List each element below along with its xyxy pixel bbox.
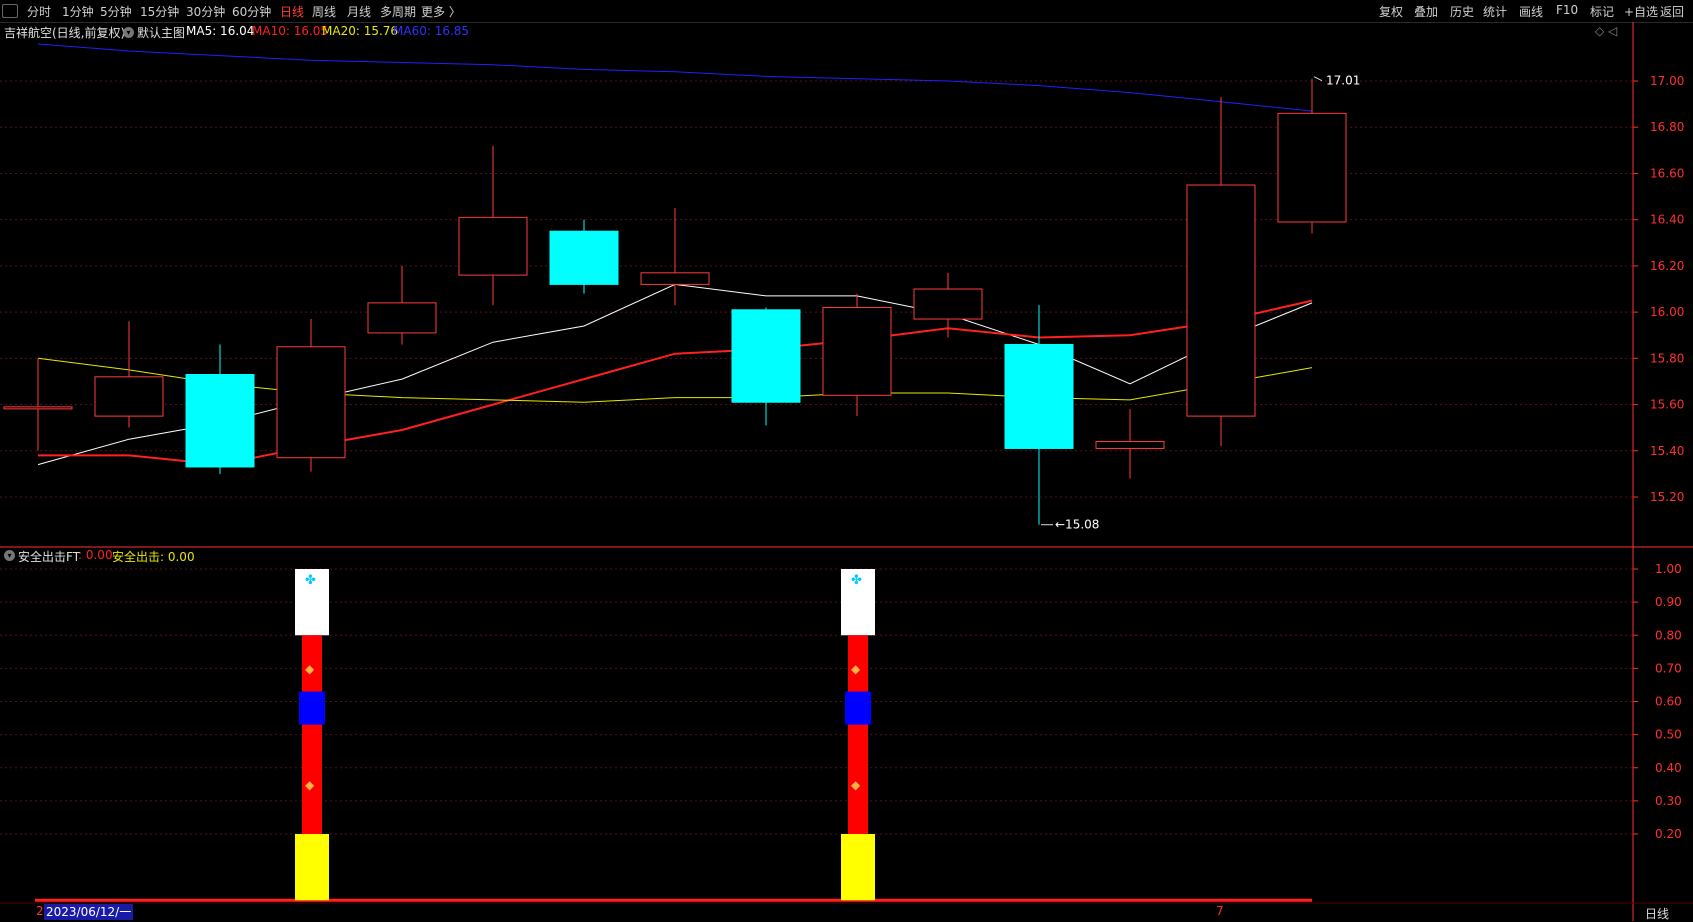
- date-cursor-label: 2023/06/12/一: [44, 904, 134, 920]
- left-edge-mark: 2: [36, 904, 44, 918]
- candle-body: [1186, 184, 1256, 417]
- candle-body: [1277, 112, 1347, 223]
- gem-icon: ◆: [851, 778, 861, 792]
- candle-body: [185, 374, 255, 468]
- candle-body: [1095, 441, 1165, 449]
- candle-body: [367, 302, 437, 334]
- sub-tick-label: 1.00: [1655, 562, 1682, 576]
- main-tick-label: 15.60: [1650, 398, 1684, 412]
- gem-icon: ◆: [305, 778, 315, 792]
- gem-icon: ◆: [305, 662, 315, 676]
- candle-body: [731, 309, 801, 403]
- period-tab-daily[interactable]: 日线: [1645, 905, 1669, 922]
- kline-chart[interactable]: 17.00 16.80 16.60 16.40 16.20 16.00 15.80 15.60…: [0, 0, 1693, 921]
- high-marker: [1313, 76, 1323, 82]
- sub-tick-label: 0.40: [1655, 761, 1682, 775]
- main-tick-label: 16.00: [1650, 305, 1684, 319]
- candle-body: [640, 272, 710, 285]
- sub-tick-label: 0.70: [1655, 661, 1682, 675]
- signal-blue-block: [299, 691, 325, 725]
- main-tick-label: 15.80: [1650, 351, 1684, 365]
- candle-body: [913, 288, 983, 320]
- sub-tick-label: 0.50: [1655, 728, 1682, 742]
- signal-blue-block: [845, 691, 871, 725]
- main-tick-label: 16.80: [1650, 120, 1684, 134]
- candle-body: [458, 216, 528, 276]
- main-tick-label: 16.40: [1650, 213, 1684, 227]
- candle-body: [94, 376, 164, 417]
- main-tick-label: 17.00: [1650, 74, 1684, 88]
- sub-tick-label: 0.20: [1655, 827, 1682, 841]
- main-tick-label: 16.20: [1650, 259, 1684, 273]
- right-edge-mark: 7: [1216, 904, 1224, 918]
- high-annotation: 17.01: [1326, 74, 1360, 88]
- main-tick-label: 15.20: [1650, 490, 1684, 504]
- sub-tick-label: 0.90: [1655, 595, 1682, 609]
- ma-line-ma60: [37, 43, 1313, 112]
- signal-yellow-block: [841, 834, 875, 901]
- sub-tick-label: 0.80: [1655, 628, 1682, 642]
- candle-body: [1004, 343, 1074, 449]
- butterfly-icon: ✤: [851, 573, 862, 588]
- sub-tick-label: 0.30: [1655, 794, 1682, 808]
- candle-body: [3, 406, 73, 410]
- signal-yellow-block: [295, 834, 329, 901]
- gem-icon: ◆: [851, 662, 861, 676]
- sub-tick-label: 0.60: [1655, 695, 1682, 709]
- candle-body: [276, 346, 346, 459]
- butterfly-icon: ✤: [305, 573, 316, 588]
- bottom-bar: 2 2023/06/12/一 7: [0, 903, 1693, 921]
- main-tick-label: 15.40: [1650, 444, 1684, 458]
- candle-body: [549, 230, 619, 285]
- candle-body: [822, 306, 892, 396]
- low-annotation: ←15.08: [1055, 518, 1099, 532]
- main-tick-label: 16.60: [1650, 166, 1684, 180]
